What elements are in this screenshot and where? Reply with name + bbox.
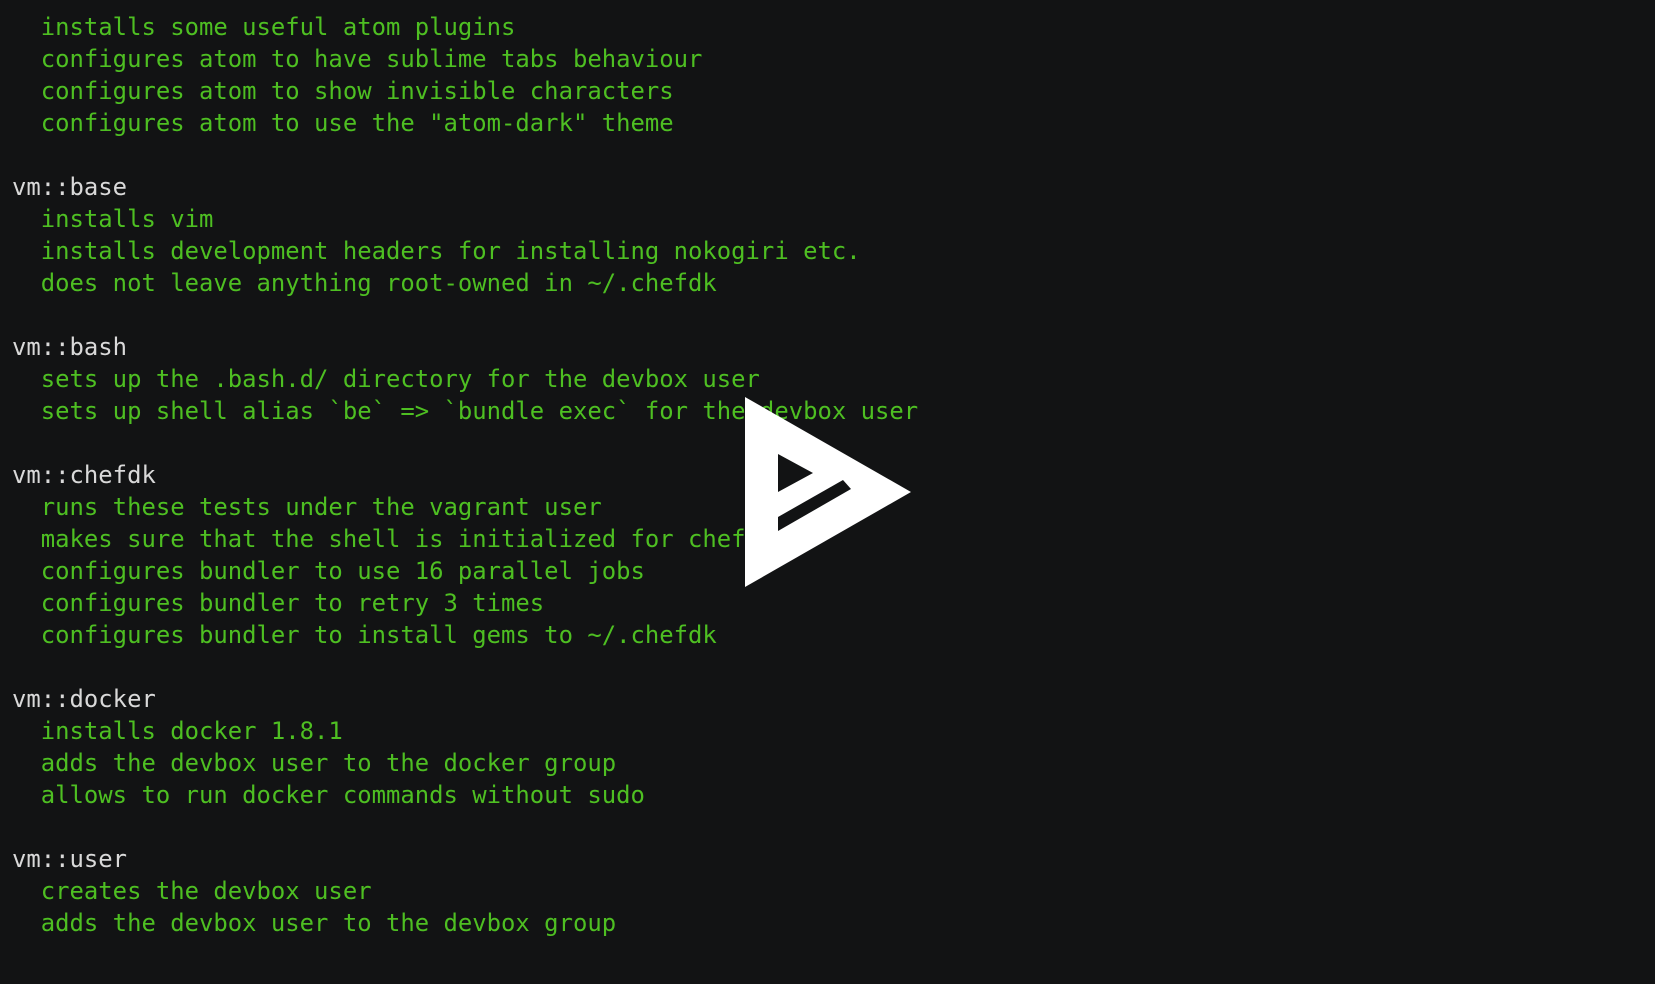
terminal-screen: installs some useful atom plugins config… (0, 0, 1655, 984)
output-line: adds the devbox user to the devbox group (12, 909, 617, 937)
blank-line (12, 299, 918, 331)
output-line: creates the devbox user (12, 877, 372, 905)
blank-line (12, 139, 918, 171)
blank-line (12, 811, 918, 843)
output-line: configures atom to use the "atom-dark" t… (12, 109, 674, 137)
output-line: configures atom to show invisible charac… (12, 77, 674, 105)
play-icon (745, 397, 911, 587)
output-line: installs vim (12, 205, 214, 233)
section-heading: vm::bash (12, 333, 128, 361)
output-line: sets up the .bash.d/ directory for the d… (12, 365, 760, 393)
output-line: configures bundler to install gems to ~/… (12, 621, 717, 649)
section-heading: vm::user (12, 845, 128, 873)
section-heading: vm::docker (12, 685, 156, 713)
output-line: installs docker 1.8.1 (12, 717, 343, 745)
output-line: configures bundler to retry 3 times (12, 589, 545, 617)
section-heading: vm::base (12, 173, 128, 201)
output-line: allows to run docker commands without su… (12, 781, 645, 809)
output-line: installs development headers for install… (12, 237, 861, 265)
output-line: installs some useful atom plugins (12, 13, 516, 41)
blank-line (12, 651, 918, 683)
play-button[interactable] (745, 397, 911, 587)
output-line: does not leave anything root-owned in ~/… (12, 269, 717, 297)
output-line: configures atom to have sublime tabs beh… (12, 45, 703, 73)
output-line: adds the devbox user to the docker group (12, 749, 617, 777)
